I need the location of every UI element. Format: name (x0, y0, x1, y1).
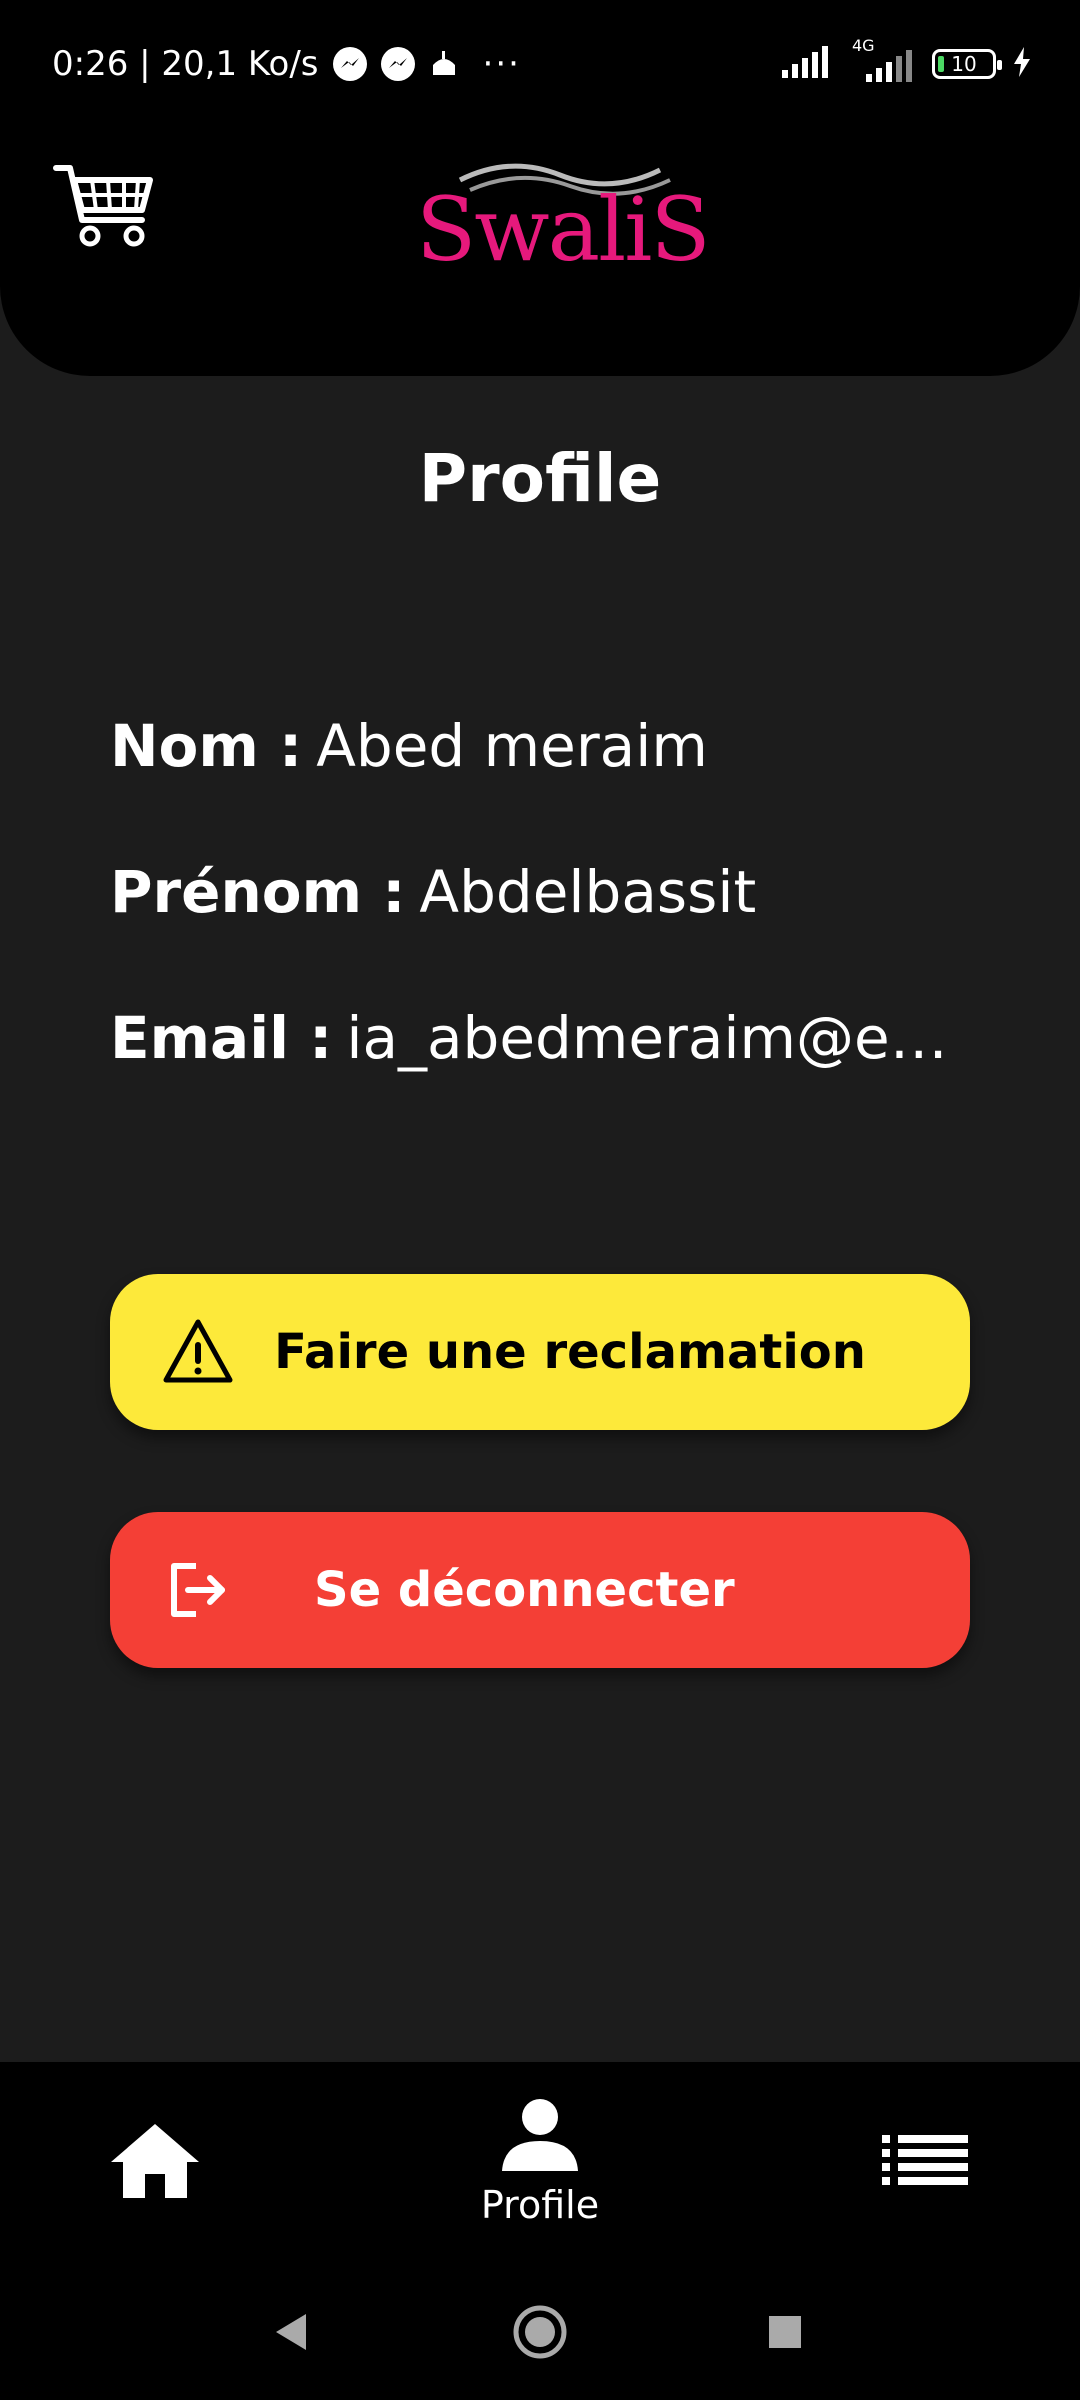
prenom-row: Prénom : Abdelbassit (110, 858, 756, 926)
email-row: Email : ia_abedmeraim@esi.… (110, 1004, 970, 1072)
nom-label: Nom : (110, 712, 303, 780)
logout-label: Se déconnecter (314, 1562, 735, 1618)
nav-profile[interactable]: Profile (440, 2062, 640, 2262)
charging-icon (1012, 47, 1032, 81)
home-circle-icon[interactable] (500, 2292, 580, 2372)
status-right: 4G 10 (782, 36, 1032, 82)
status-bar: 0:26 | 20,1 Ko/s ··· 4G 10 (0, 0, 1080, 130)
nav-home[interactable] (80, 2062, 230, 2262)
nom-row: Nom : Abed meraim (110, 712, 708, 780)
battery-level: 10 (951, 52, 977, 76)
cart-icon[interactable] (52, 160, 156, 250)
reclamation-button[interactable]: Faire une reclamation (110, 1274, 970, 1430)
battery-icon: 10 (932, 49, 1002, 79)
system-nav (0, 2262, 1080, 2400)
logout-icon (162, 1554, 234, 1626)
email-label: Email : (110, 1004, 333, 1072)
page-title: Profile (418, 440, 662, 517)
prenom-label: Prénom : (110, 858, 406, 926)
signal-4g-icon: 4G (848, 36, 916, 82)
home-icon (109, 2120, 201, 2204)
email-value: ia_abedmeraim@esi.… (346, 1004, 970, 1072)
more-indicator: ··· (482, 44, 521, 84)
logo-text: SwaliS (416, 178, 711, 281)
messenger-icon (332, 47, 367, 81)
nom-value: Abed meraim (316, 712, 708, 780)
nav-profile-label: Profile (480, 2183, 600, 2227)
status-left: 0:26 | 20,1 Ko/s ··· (52, 44, 521, 84)
prenom-value: Abdelbassit (419, 858, 757, 926)
messenger-icon-2 (380, 47, 415, 81)
app-header: SwaliS (0, 130, 1080, 376)
person-icon (500, 2097, 580, 2177)
back-icon[interactable] (250, 2292, 330, 2372)
signal-icon (782, 46, 832, 82)
nav-list[interactable] (850, 2062, 1000, 2262)
list-icon (882, 2135, 968, 2189)
brand-logo: SwaliS (410, 150, 711, 281)
bottom-nav: Profile (0, 2062, 1080, 2262)
recents-icon[interactable] (745, 2292, 825, 2372)
mosque-icon (429, 49, 459, 79)
status-time-speed: 0:26 | 20,1 Ko/s (52, 44, 319, 84)
logout-button[interactable]: Se déconnecter (110, 1512, 970, 1668)
reclamation-label: Faire une reclamation (274, 1324, 866, 1380)
